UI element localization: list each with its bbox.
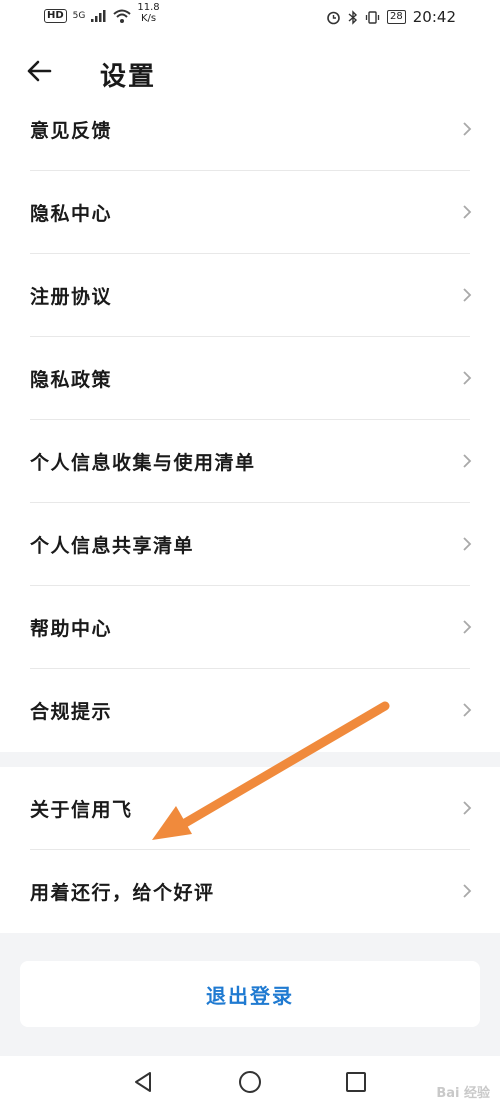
logout-label: 退出登录 [206, 983, 294, 1008]
system-nav-bar [0, 1056, 500, 1111]
settings-group-about: 关于信用飞 用着还行，给个好评 [0, 767, 500, 933]
battery-icon: 28 [387, 10, 406, 24]
hd-badge: HD [44, 9, 67, 23]
back-triangle-icon[interactable] [131, 1070, 155, 1094]
status-right: 28 20:42 [326, 8, 456, 26]
speed-unit: K/s [140, 13, 157, 24]
settings-item-feedback[interactable]: 意见反馈 [0, 88, 500, 171]
chevron-right-icon [463, 537, 472, 551]
chevron-right-icon [463, 620, 472, 634]
recents-square-icon[interactable] [344, 1070, 368, 1094]
wifi-icon [113, 9, 132, 23]
settings-item-compliance-notice[interactable]: 合规提示 [0, 669, 500, 752]
arrow-left-icon[interactable] [26, 58, 52, 84]
settings-item-rate-app[interactable]: 用着还行，给个好评 [0, 850, 500, 933]
settings-item-registration-agreement[interactable]: 注册协议 [0, 254, 500, 337]
chevron-right-icon [463, 801, 472, 815]
logout-button[interactable]: 退出登录 [20, 961, 480, 1027]
chevron-right-icon [463, 122, 472, 136]
signal-icon [91, 10, 106, 22]
network-type: 5G [72, 11, 86, 21]
chevron-right-icon [463, 703, 472, 717]
settings-item-label: 隐私中心 [30, 203, 113, 225]
chevron-right-icon [463, 884, 472, 898]
settings-item-label: 注册协议 [30, 286, 113, 308]
settings-item-label: 个人信息收集与使用清单 [30, 452, 256, 474]
chevron-right-icon [463, 288, 472, 302]
chevron-right-icon [463, 205, 472, 219]
bluetooth-icon [348, 9, 358, 25]
settings-group-general: 意见反馈 隐私中心 注册协议 隐私政策 个人信息收集与使用清单 个人信息共享清单… [0, 88, 500, 752]
chevron-right-icon [463, 371, 472, 385]
settings-item-label: 关于信用飞 [30, 799, 133, 821]
settings-item-help-center[interactable]: 帮助中心 [0, 586, 500, 669]
home-circle-icon[interactable] [238, 1070, 262, 1094]
settings-item-label: 个人信息共享清单 [30, 535, 195, 557]
settings-item-info-sharing-list[interactable]: 个人信息共享清单 [0, 503, 500, 586]
status-bar: HD 5G 11.8 K/s 28 20:42 [0, 0, 500, 36]
status-left: HD 5G 11.8 K/s [44, 2, 160, 24]
chevron-right-icon [463, 454, 472, 468]
settings-item-info-collection-list[interactable]: 个人信息收集与使用清单 [0, 420, 500, 503]
alarm-icon [327, 11, 340, 24]
settings-item-label: 隐私政策 [30, 369, 113, 391]
settings-item-label: 合规提示 [30, 701, 113, 723]
settings-item-privacy-policy[interactable]: 隐私政策 [0, 337, 500, 420]
settings-item-label: 意见反馈 [30, 120, 113, 142]
settings-item-privacy-center[interactable]: 隐私中心 [0, 171, 500, 254]
network-speed: 11.8 K/s [137, 2, 159, 24]
vibrate-icon [365, 10, 380, 24]
speed-value: 11.8 [137, 2, 160, 13]
watermark: Bai 经验 [436, 1086, 490, 1101]
clock: 20:42 [412, 8, 456, 26]
settings-item-about[interactable]: 关于信用飞 [0, 767, 500, 850]
settings-item-label: 帮助中心 [30, 618, 113, 640]
settings-item-label: 用着还行，给个好评 [30, 882, 215, 904]
